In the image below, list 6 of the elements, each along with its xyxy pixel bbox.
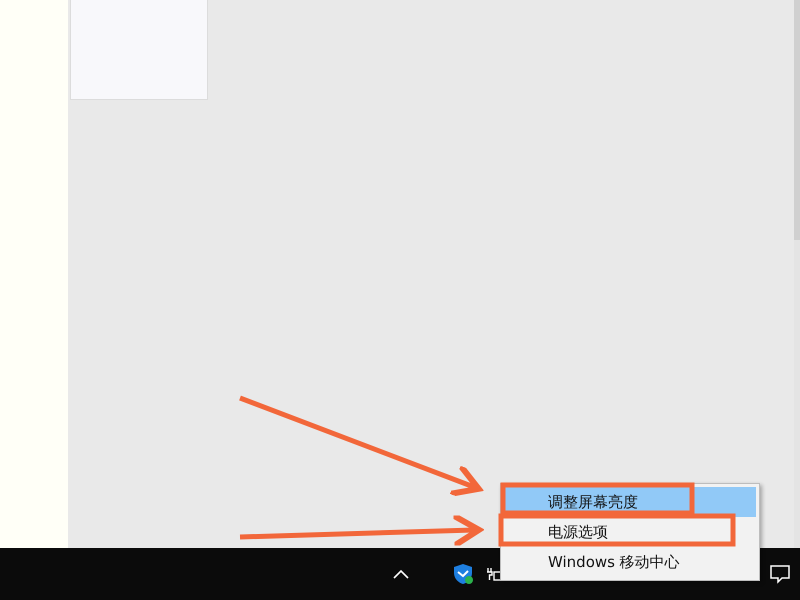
notification-icon[interactable] — [769, 564, 791, 584]
shield-icon[interactable] — [453, 563, 473, 585]
menu-item[interactable]: Windows 移动中心 — [504, 547, 756, 577]
menu-item[interactable]: 电源选项 — [504, 517, 756, 547]
scrollbar[interactable] — [794, 0, 800, 548]
chevron-up-icon[interactable] — [393, 569, 409, 579]
